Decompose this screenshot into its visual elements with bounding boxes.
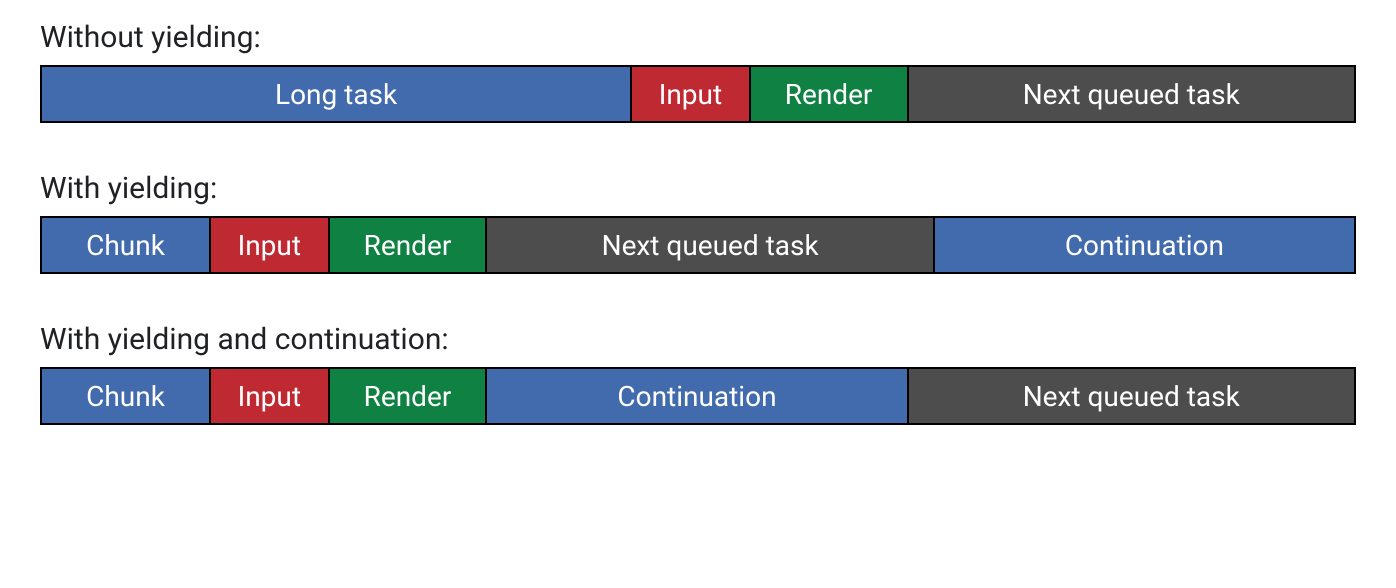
timeline-segment: Input [632,65,750,123]
timeline-section: With yielding and continuation: ChunkInpu… [40,322,1356,425]
timeline-section: With yielding: ChunkInputRenderNext queue… [40,171,1356,274]
timeline-segment: Continuation [935,216,1356,274]
timeline-segment: Input [211,367,329,425]
diagram-container: Without yielding:Long taskInputRenderNex… [40,20,1356,425]
timeline: ChunkInputRenderContinuationNext queued … [40,367,1356,425]
section-title: With yielding and continuation: [40,322,1356,357]
timeline: Long taskInputRenderNext queued task [40,65,1356,123]
timeline-section: Without yielding: Long taskInputRenderNex… [40,20,1356,123]
timeline-segment: Input [211,216,329,274]
timeline-segment: Next queued task [909,65,1356,123]
timeline: ChunkInputRenderNext queued taskContinua… [40,216,1356,274]
timeline-segment: Next queued task [487,216,934,274]
section-title: Without yielding: [40,20,1356,55]
timeline-segment: Continuation [487,367,908,425]
section-title: With yielding: [40,171,1356,206]
timeline-segment: Chunk [40,367,211,425]
timeline-segment: Next queued task [909,367,1356,425]
timeline-segment: Render [751,65,909,123]
timeline-segment: Long task [40,65,632,123]
timeline-segment: Render [330,216,488,274]
timeline-segment: Render [330,367,488,425]
timeline-segment: Chunk [40,216,211,274]
